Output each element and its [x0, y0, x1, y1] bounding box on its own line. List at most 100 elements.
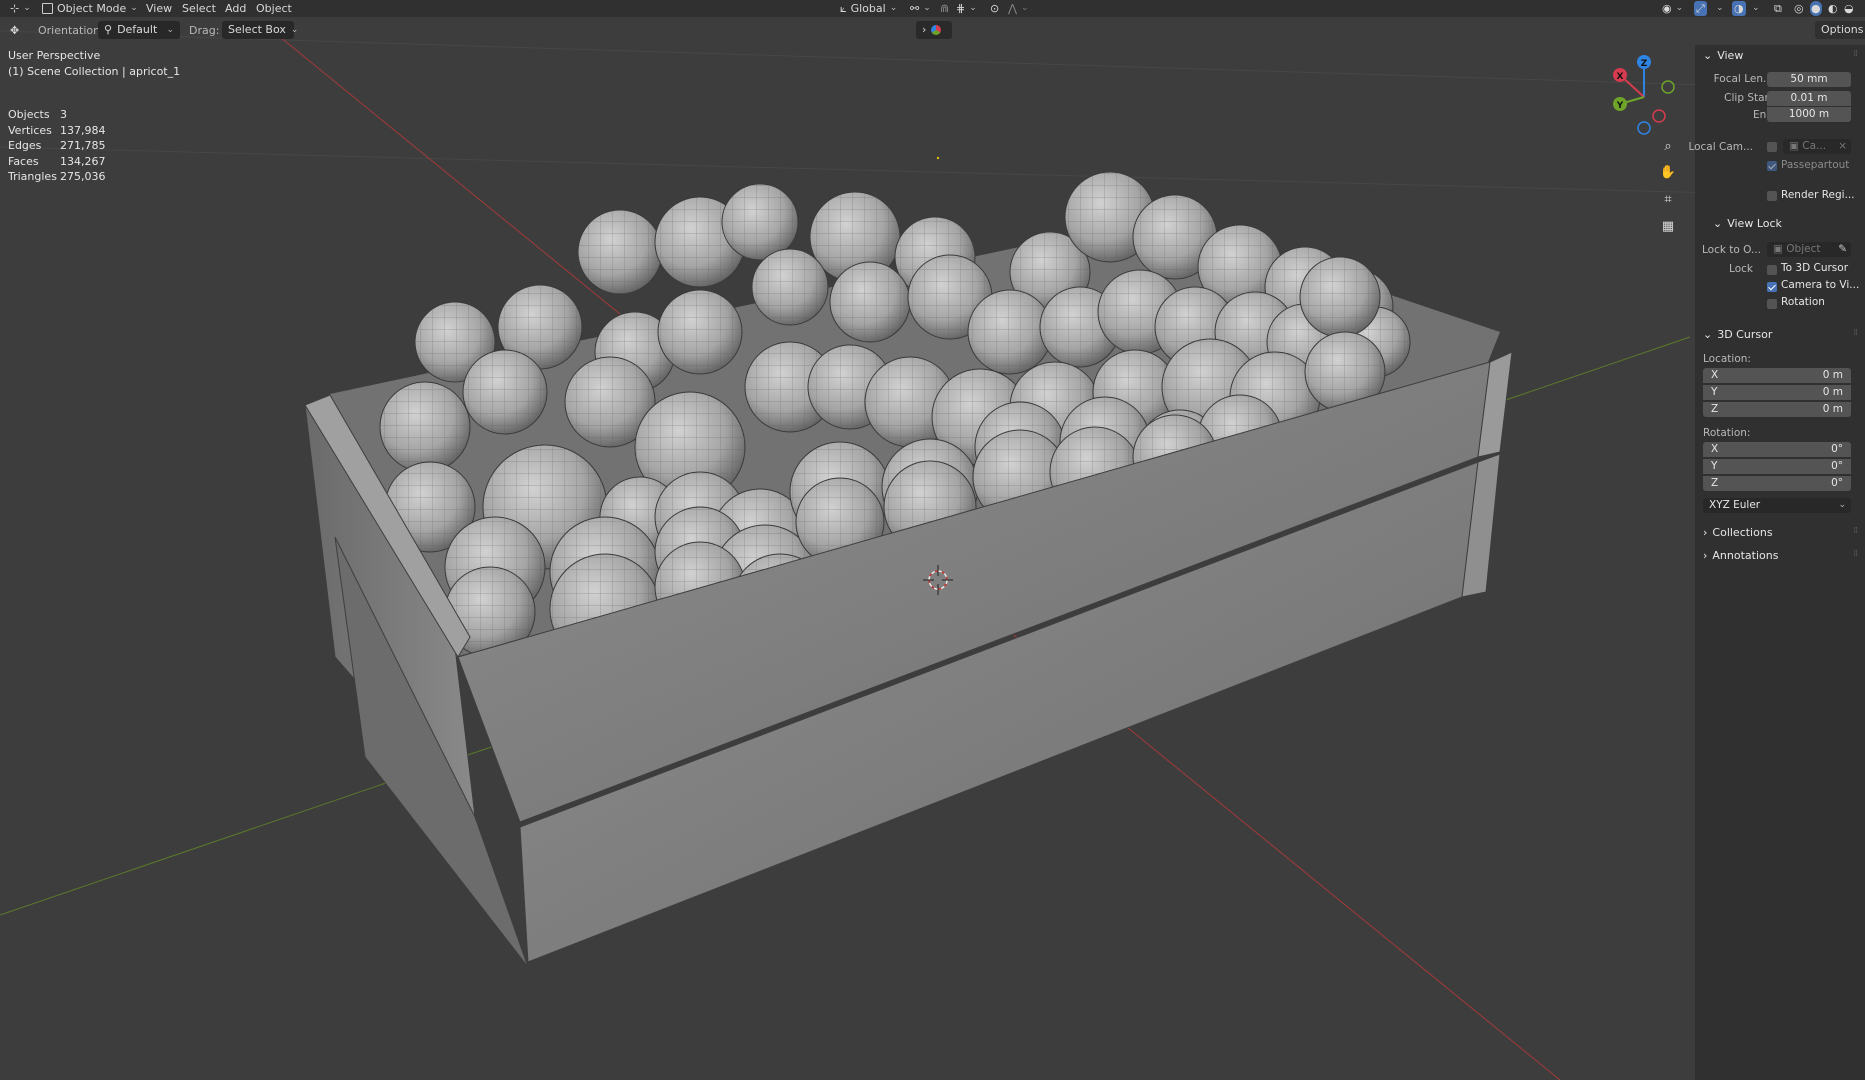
orientation-dropdown[interactable]: ⚲ Default ⌄	[98, 21, 180, 39]
collections-panel-header[interactable]: › Collections	[1703, 526, 1773, 539]
chevron-down-icon: ⌄	[1021, 3, 1029, 13]
3d-viewport[interactable]: User Perspective (1) Scene Collection | …	[0, 17, 1865, 1080]
apricot-wireframe	[658, 290, 742, 374]
drag-value: Select Box	[228, 23, 286, 36]
camera-to-view-label: Camera to Vi...	[1781, 279, 1860, 291]
apricot-wireframe	[578, 210, 662, 294]
focal-length-field[interactable]: 50 mm	[1767, 72, 1851, 87]
snap-target-dropdown[interactable]: ⋕ ⌄	[956, 0, 977, 17]
local-camera-checkbox[interactable]	[1767, 142, 1777, 152]
drag-grip-icon[interactable]: ⁞⁞	[1853, 49, 1858, 59]
gizmo-neg-x-axis[interactable]	[1652, 109, 1666, 123]
snap-toggle[interactable]: ⋒	[940, 0, 949, 17]
chevron-down-icon: ⌄	[1838, 500, 1846, 510]
shading-material-button[interactable]: ◐	[1828, 0, 1838, 17]
chevron-down-icon: ⌄	[969, 3, 977, 13]
menu-select[interactable]: Select	[182, 0, 216, 17]
close-icon[interactable]: ×	[1838, 139, 1847, 154]
cursor-location-z-field[interactable]: Z0 m	[1703, 402, 1851, 417]
region-toggle[interactable]: ›	[916, 21, 952, 39]
cursor-rotation-y-field[interactable]: Y 0°	[1703, 459, 1851, 474]
drag-grip-icon[interactable]: ⁞⁞	[1853, 549, 1858, 559]
proportional-edit-toggle[interactable]: ⊙	[990, 0, 999, 17]
3d-cursor-panel-header[interactable]: ⌄ 3D Cursor	[1703, 328, 1772, 341]
overlays-toggle[interactable]: ◑	[1732, 1, 1746, 16]
falloff-dropdown[interactable]: ⋀ ⌄	[1008, 0, 1029, 17]
active-tool-icon-button[interactable]: ✥	[10, 22, 19, 39]
collection-label: (1) Scene Collection | apricot_1	[8, 65, 181, 78]
mode-selector[interactable]: Object Mode ⌄	[42, 0, 138, 17]
editor-type-button[interactable]: ⊹ ⌄	[10, 0, 31, 17]
gizmo-neg-z-axis[interactable]	[1637, 121, 1651, 135]
scene-canvas[interactable]	[0, 17, 1865, 1080]
apricot-wireframe	[1300, 257, 1380, 337]
stat-row: Faces 134,267	[8, 154, 106, 168]
menu-add[interactable]: Add	[225, 0, 246, 17]
options-dropdown[interactable]: Options	[1815, 21, 1865, 39]
menu-object[interactable]: Object	[256, 0, 292, 17]
cursor-location-y-field[interactable]: Y0 m	[1703, 385, 1851, 400]
collections-title: Collections	[1712, 526, 1773, 539]
local-camera-field[interactable]: ▣ Ca... ×	[1783, 139, 1851, 154]
drag-grip-icon[interactable]: ⁞⁞	[1853, 526, 1858, 536]
shading-rendered-button[interactable]: ◒	[1844, 0, 1854, 17]
clip-end-field[interactable]: 1000 m	[1767, 107, 1851, 122]
orientation-icon: ⟀	[840, 2, 847, 15]
gizmo-neg-y-axis[interactable]	[1661, 80, 1675, 94]
menu-view[interactable]: View	[146, 0, 172, 17]
transform-orientation-dropdown[interactable]: ⟀ Global ⌄	[840, 0, 897, 17]
mode-label: Object Mode	[57, 2, 127, 15]
shading-wireframe-button[interactable]: ◎	[1794, 0, 1804, 17]
annotations-panel-header[interactable]: › Annotations	[1703, 549, 1778, 562]
cursor-rotation-z-field[interactable]: Z 0°	[1703, 476, 1851, 491]
lock-to-3d-cursor-checkbox[interactable]	[1767, 265, 1777, 275]
view-lock-panel-header[interactable]: ⌄ View Lock	[1713, 217, 1782, 230]
navigation-gizmo[interactable]: Z X Y	[1598, 52, 1698, 142]
view-lock-title: View Lock	[1727, 217, 1782, 230]
camera-icon: ▣	[1789, 140, 1799, 152]
rotation-mode-dropdown[interactable]: XYZ Euler ⌄	[1703, 498, 1851, 513]
pivot-point-dropdown[interactable]: ⚯ ⌄	[910, 0, 931, 17]
zoom-icon[interactable]: ⌕	[1657, 135, 1679, 157]
location-label: Location:	[1703, 353, 1751, 365]
camera-to-view-checkbox[interactable]	[1767, 282, 1777, 292]
eyedropper-icon[interactable]: ✎	[1838, 242, 1847, 257]
cursor-rotation-x-field[interactable]: X 0°	[1703, 442, 1851, 457]
visibility-dropdown[interactable]: ◉ ⌄	[1662, 0, 1683, 17]
chevron-down-icon: ⌄	[166, 25, 174, 35]
chevron-down-icon: ⌄	[1675, 3, 1684, 13]
wireframe-sphere-icon: ◎	[1794, 2, 1804, 15]
drag-dropdown[interactable]: Select Box ⌄	[222, 21, 298, 39]
gizmos-dropdown[interactable]: ⌄	[1716, 0, 1724, 17]
apricot-wireframe	[722, 184, 798, 260]
xray-toggle[interactable]: ⧉	[1774, 0, 1782, 17]
render-region-checkbox[interactable]	[1767, 191, 1777, 201]
grid-line	[0, 146, 1865, 198]
gizmo-x-label: X	[1617, 72, 1624, 82]
passepartout-checkbox[interactable]	[1767, 161, 1777, 171]
material-sphere-icon: ◐	[1828, 2, 1838, 15]
drag-grip-icon[interactable]: ⁞⁞	[1853, 328, 1858, 338]
view-name: User Perspective	[8, 49, 101, 62]
shading-solid-button[interactable]: ●	[1810, 1, 1822, 16]
3d-cursor-title: 3D Cursor	[1717, 328, 1773, 341]
camera-view-icon[interactable]: ⌗	[1657, 188, 1679, 210]
falloff-curve-icon: ⋀	[1008, 2, 1018, 15]
lock-to-object-field[interactable]: ▣ Object ✎	[1767, 242, 1851, 257]
grid-ortho-icon[interactable]: ▦	[1657, 215, 1679, 237]
overlays-dropdown[interactable]: ⌄	[1752, 0, 1760, 17]
object-mode-icon	[42, 3, 53, 14]
clip-start-field[interactable]: 0.01 m	[1767, 91, 1851, 106]
lock-rotation-checkbox[interactable]	[1767, 299, 1777, 309]
cursor-location-x-field[interactable]: X0 m	[1703, 368, 1851, 383]
gizmos-toggle[interactable]: ⤢	[1694, 1, 1707, 16]
stat-row: Triangles 275,036	[8, 170, 106, 183]
chevron-down-icon: ⌄	[923, 3, 931, 13]
stat-row: Edges 271,785	[8, 139, 106, 152]
hand-pan-icon[interactable]: ✋	[1657, 161, 1679, 183]
stat-row: Objects 3	[8, 108, 67, 121]
view-panel-header[interactable]: ⌄ View	[1703, 49, 1743, 62]
lock-to-3d-cursor-label: To 3D Cursor	[1781, 262, 1849, 274]
orientation-label: Orientation:	[38, 24, 104, 37]
gizmo-icon: ⤢	[1696, 2, 1705, 15]
